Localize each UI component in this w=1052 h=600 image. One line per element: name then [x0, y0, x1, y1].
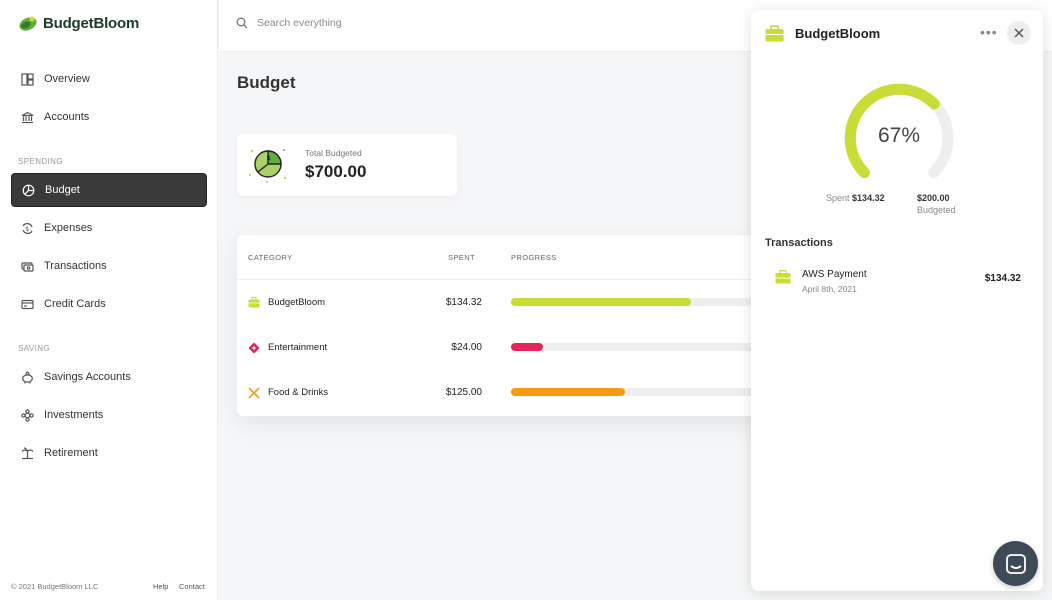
total-budgeted-value: $700.00: [305, 162, 367, 181]
app-logo[interactable]: BudgetBloom: [18, 14, 139, 32]
chat-icon: [1005, 553, 1026, 574]
spent-value: $24.00: [451, 342, 482, 353]
category-cell: Entertainment: [248, 325, 327, 370]
sidebar-item-budget[interactable]: Budget: [11, 173, 207, 207]
total-budgeted-card: $ Total Budgeted $700.00: [237, 134, 457, 196]
column-header-category: CATEGORY: [248, 253, 293, 262]
section-label-spending: SPENDING: [18, 157, 63, 166]
total-budgeted-label: Total Budgeted: [305, 148, 362, 158]
progress-fill: [511, 298, 691, 306]
sidebar-item-label: Investments: [44, 409, 104, 421]
search-icon: [236, 17, 248, 29]
transaction-amount: $134.32: [984, 273, 1021, 284]
progress-fill: [511, 388, 625, 396]
dollar-cycle-icon: $: [22, 222, 33, 234]
app-name: BudgetBloom: [43, 14, 140, 32]
sidebar-item-label: Credit Cards: [44, 298, 106, 310]
svg-text:$: $: [267, 155, 271, 162]
spent-amount: $134.32: [852, 193, 885, 203]
transaction-item[interactable]: AWS Payment April 8th, 2021 $134.32: [765, 261, 1029, 301]
category-name: Food & Drinks: [268, 387, 329, 398]
sidebar-item-label: Expenses: [44, 222, 93, 234]
column-header-progress: PROGRESS: [511, 253, 557, 262]
sidebar-item-transactions[interactable]: Transactions: [11, 249, 207, 283]
more-options-icon[interactable]: •••: [980, 24, 998, 40]
bank-icon: [21, 111, 34, 123]
transaction-date: April 8th, 2021: [802, 284, 857, 294]
copyright-text: © 2021 BudgetBloom LLC: [11, 582, 99, 591]
section-label-saving: SAVING: [18, 344, 51, 353]
sidebar-item-savings-accounts[interactable]: Savings Accounts: [11, 360, 207, 394]
briefcase-icon: [765, 25, 784, 42]
credit-card-icon: [21, 299, 34, 309]
page-title: Budget: [237, 73, 296, 92]
svg-text:$: $: [25, 226, 29, 233]
category-name: BudgetBloom: [268, 297, 326, 308]
spent-summary: Spent $134.32: [826, 193, 885, 203]
sidebar-item-credit-cards[interactable]: Credit Cards: [11, 287, 207, 321]
sidebar-item-overview[interactable]: Overview: [11, 62, 207, 96]
briefcase-icon: [775, 270, 791, 284]
sidebar-item-expenses[interactable]: $ Expenses: [11, 211, 207, 245]
sidebar-item-label: Savings Accounts: [44, 371, 131, 383]
close-icon: [1014, 28, 1024, 38]
budget-table: CATEGORY SPENT PROGRESS BudgetBloom $134…: [237, 235, 797, 416]
spent-value: $134.32: [445, 297, 482, 308]
sidebar-item-label: Overview: [44, 73, 90, 85]
spent-label: Spent: [826, 193, 850, 203]
budgeted-amount: $200.00: [917, 193, 950, 203]
sidebar-item-label: Retirement: [44, 447, 98, 459]
close-panel-button[interactable]: [1007, 21, 1031, 45]
piggy-bank-icon: [22, 371, 33, 383]
dashboard-icon: [21, 72, 34, 86]
table-row[interactable]: Entertainment $24.00: [237, 325, 797, 370]
transaction-name: AWS Payment: [802, 269, 867, 280]
table-row[interactable]: BudgetBloom $134.32: [237, 280, 797, 325]
category-name: Entertainment: [268, 342, 328, 353]
spent-value: $125.00: [445, 387, 482, 398]
pie-chart-icon: [22, 184, 35, 196]
briefcase-icon: [248, 297, 260, 308]
search-input[interactable]: [257, 17, 457, 29]
chat-support-button[interactable]: [993, 541, 1038, 586]
sidebar-item-investments[interactable]: Investments: [11, 398, 207, 432]
sidebar: BudgetBloom Overview Accounts SPENDING B…: [0, 0, 218, 600]
gauge-percent: 67%: [877, 124, 921, 147]
table-row[interactable]: Food & Drinks $125.00: [237, 370, 797, 415]
utensils-icon: [248, 387, 260, 398]
category-detail-panel: BudgetBloom ••• 67% Spent $134.32 $200.0…: [751, 10, 1043, 591]
sidebar-item-label: Budget: [45, 184, 80, 196]
leaf-logo-icon: [19, 16, 37, 31]
budget-pie-illustration-icon: $: [248, 148, 287, 183]
column-header-spent: SPENT: [448, 253, 476, 262]
panel-title: BudgetBloom: [795, 26, 881, 41]
progress-fill: [511, 343, 544, 351]
cash-icon: [21, 261, 34, 272]
sidebar-item-retirement[interactable]: Retirement: [11, 436, 207, 470]
category-cell: BudgetBloom: [248, 280, 325, 325]
ticket-icon: [248, 342, 260, 353]
seedling-icon: [21, 408, 34, 422]
sidebar-item-accounts[interactable]: Accounts: [11, 100, 207, 134]
sidebar-item-label: Accounts: [44, 111, 90, 123]
help-link[interactable]: Help: [153, 582, 168, 591]
palm-tree-icon: [21, 446, 34, 459]
transactions-heading: Transactions: [765, 237, 833, 249]
sidebar-item-label: Transactions: [44, 260, 107, 272]
search-bar: [236, 17, 457, 29]
contact-link[interactable]: Contact: [179, 582, 205, 591]
budgeted-label: Budgeted: [917, 205, 956, 215]
category-cell: Food & Drinks: [248, 370, 328, 415]
